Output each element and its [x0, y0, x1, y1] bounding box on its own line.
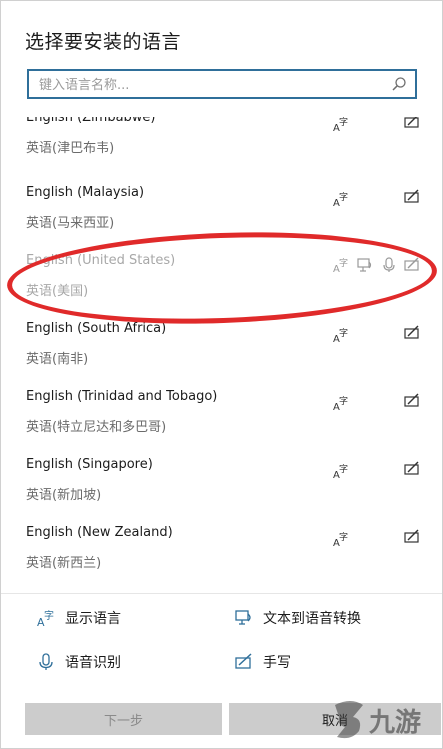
speech-recognition-icon	[381, 257, 397, 273]
svg-text:字: 字	[339, 191, 348, 203]
svg-text:字: 字	[339, 117, 348, 128]
display-language-icon: A字	[333, 531, 349, 547]
search-input[interactable]	[37, 74, 391, 96]
language-item[interactable]: English (New Zealand) 英语(新西兰) A字	[1, 525, 442, 587]
language-native-name: 英语(新西兰)	[26, 556, 102, 571]
language-native-name: 英语(南非)	[26, 352, 89, 367]
handwriting-icon	[404, 257, 420, 273]
next-button[interactable]: 下一步	[25, 703, 222, 735]
handwriting-icon	[404, 117, 420, 130]
text-to-speech-icon	[357, 257, 373, 273]
svg-text:字: 字	[339, 257, 348, 269]
display-language-icon: A字	[37, 609, 55, 627]
language-list[interactable]: English (Zimbabwe) 英语(津巴布韦) A字 English (…	[1, 117, 442, 587]
language-item[interactable]: English (South Africa) 英语(南非) A字	[1, 321, 442, 389]
svg-text:字: 字	[339, 531, 348, 543]
language-item[interactable]: English (Singapore) 英语(新加坡) A字	[1, 457, 442, 525]
language-native-name: 英语(新加坡)	[26, 488, 102, 503]
display-language-icon: A字	[333, 327, 349, 343]
language-name: English (South Africa)	[26, 321, 167, 336]
legend-label: 语音识别	[65, 655, 121, 671]
language-name: English (Trinidad and Tobago)	[26, 389, 218, 404]
handwriting-icon	[404, 189, 420, 205]
svg-text:字: 字	[339, 395, 348, 407]
language-native-name: 英语(美国)	[26, 284, 89, 299]
display-language-icon: A字	[333, 191, 349, 207]
legend-label: 文本到语音转换	[263, 611, 361, 627]
watermark-logo: 九游	[323, 695, 442, 745]
language-install-dialog: 选择要安装的语言 English (Zimbabwe) 英语(津巴布韦) A字 …	[0, 0, 443, 749]
language-native-name: 英语(马来西亚)	[26, 216, 115, 231]
svg-text:字: 字	[339, 463, 348, 475]
legend-label: 手写	[263, 655, 291, 671]
language-item-selected[interactable]: English (United States) 英语(美国) A字	[1, 253, 442, 321]
language-item[interactable]: English (Zimbabwe) 英语(津巴布韦) A字	[1, 117, 442, 178]
display-language-icon: A字	[333, 463, 349, 479]
language-item[interactable]: English (Malaysia) 英语(马来西亚) A字	[1, 185, 442, 253]
watermark-text: 九游	[368, 708, 421, 738]
language-name: English (United States)	[26, 253, 176, 268]
language-name: English (New Zealand)	[26, 525, 173, 540]
dialog-title: 选择要安装的语言	[25, 31, 182, 53]
display-language-icon: A字	[333, 395, 349, 411]
handwriting-icon	[404, 393, 420, 409]
language-name: English (Zimbabwe)	[26, 117, 156, 125]
handwriting-icon	[404, 529, 420, 545]
language-item[interactable]: English (Trinidad and Tobago) 英语(特立尼达和多巴…	[1, 389, 442, 457]
svg-text:字: 字	[44, 609, 54, 622]
language-name: English (Malaysia)	[26, 185, 145, 200]
divider	[1, 593, 442, 594]
legend-label: 显示语言	[65, 611, 121, 627]
handwriting-icon	[404, 325, 420, 341]
language-name: English (Singapore)	[26, 457, 153, 472]
svg-text:字: 字	[339, 327, 348, 339]
handwriting-icon	[235, 653, 253, 671]
speech-recognition-icon	[37, 653, 55, 671]
display-language-icon: A字	[333, 257, 349, 273]
text-to-speech-icon	[235, 609, 253, 627]
language-native-name: 英语(津巴布韦)	[26, 141, 115, 156]
language-native-name: 英语(特立尼达和多巴哥)	[26, 420, 167, 435]
search-box[interactable]	[27, 69, 417, 99]
search-icon[interactable]	[391, 76, 407, 92]
display-language-icon: A字	[333, 117, 349, 132]
handwriting-icon	[404, 461, 420, 477]
